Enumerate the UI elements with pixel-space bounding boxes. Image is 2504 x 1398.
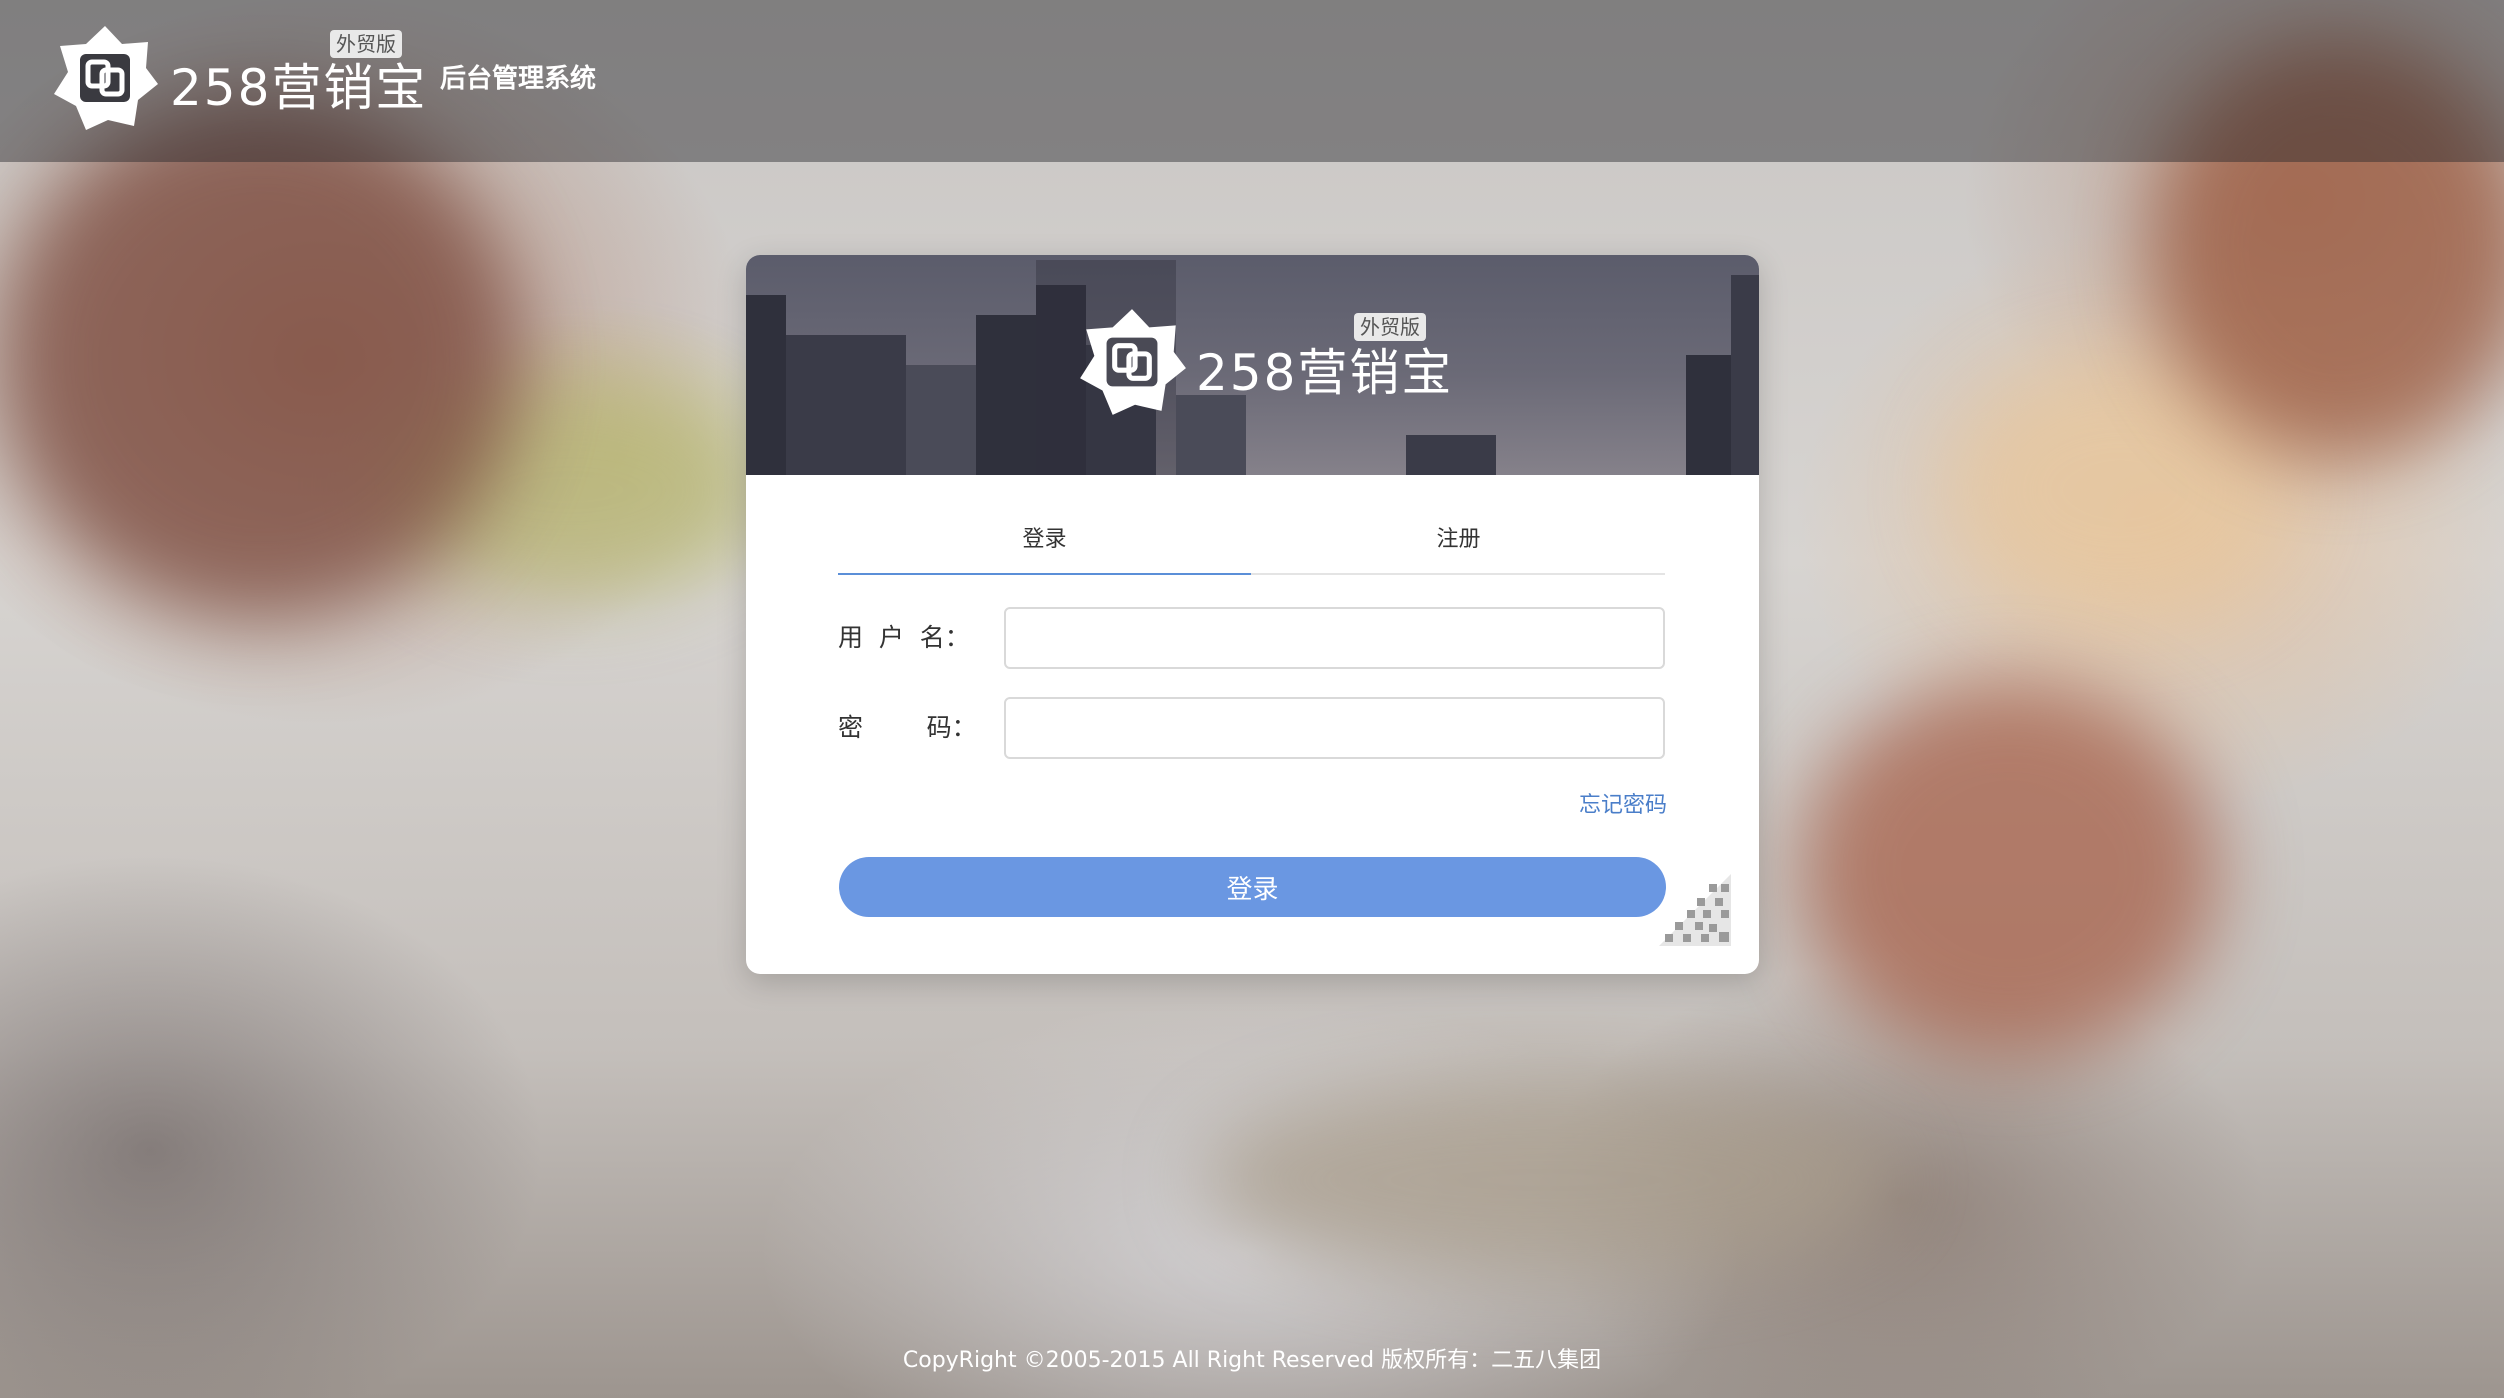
username-row: 用 户 名： [838,607,1665,669]
banner-logo-icon [1080,309,1186,415]
background-notebook-blur [1200,1080,1900,1280]
top-header: 258营销宝 外贸版 后台管理系统 [0,0,2504,162]
brand-edition-badge: 外贸版 [330,30,402,58]
banner-brand-name: 258营销宝 [1196,344,1454,402]
login-tabs: 登录 注册 [838,523,1665,575]
banner-building [1686,355,1731,475]
password-row: 密 码： [838,697,1665,759]
tab-login[interactable]: 登录 [838,523,1251,575]
banner-building [1406,435,1496,475]
system-title: 后台管理系统 [440,64,597,94]
login-submit-button[interactable]: 登录 [839,857,1666,917]
banner-building [976,315,1036,475]
background-hand-blur [1800,680,2220,1060]
banner-building [1731,275,1759,475]
brand-logo-icon [54,26,158,130]
login-card: 258营销宝 外贸版 登录 注册 用 户 名： 密 码： 忘记密码 登录 [746,255,1759,974]
card-banner: 258营销宝 外贸版 [746,255,1759,475]
background-arm-blur [0,100,520,620]
password-input[interactable] [1004,697,1665,759]
forgot-password-link[interactable]: 忘记密码 [1579,787,1667,819]
banner-building [746,295,786,475]
tab-register[interactable]: 注册 [1252,523,1665,573]
username-label: 用 户 名： [838,623,970,652]
footer-copyright: CopyRight ©2005-2015 All Right Reserved … [902,1348,1602,1373]
banner-building [786,335,906,475]
password-label: 密 码： [838,713,977,742]
brand-name: 258营销宝 [170,59,428,117]
qr-code-corner-icon[interactable] [1659,874,1731,946]
login-page: 258营销宝 外贸版 后台管理系统 258营销宝 外贸版 登录 注册 用 户 名… [0,0,2504,1398]
banner-edition-badge: 外贸版 [1354,313,1426,341]
username-input[interactable] [1004,607,1665,669]
